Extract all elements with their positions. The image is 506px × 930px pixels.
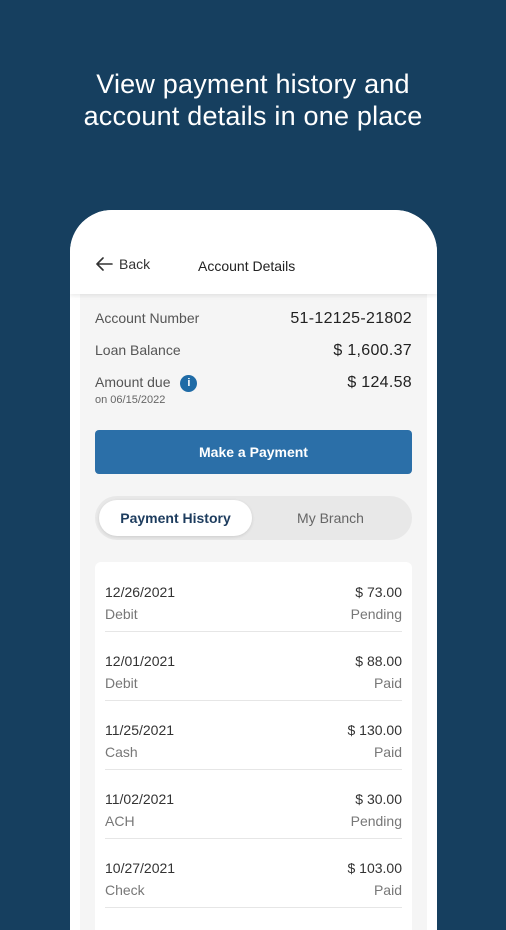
amount-due-date: on 06/15/2022 xyxy=(95,394,166,406)
loan-balance-label: Loan Balance xyxy=(95,342,181,358)
transaction-date: 11/02/2021 xyxy=(105,791,175,807)
tab-my-branch[interactable]: My Branch xyxy=(253,500,408,536)
list-item[interactable]: 10/27/2021 Check $ 103.00 Paid xyxy=(105,838,402,908)
account-number-label: Account Number xyxy=(95,310,200,326)
list-item[interactable]: 12/01/2021 Debit $ 88.00 Paid xyxy=(105,631,402,701)
transaction-method: ACH xyxy=(105,813,135,829)
list-item[interactable]: 11/02/2021 ACH $ 30.00 Pending xyxy=(105,769,402,839)
transaction-amount: $ 130.00 xyxy=(347,722,403,738)
list-item[interactable]: 11/25/2021 Cash $ 130.00 Paid xyxy=(105,700,402,770)
transaction-amount: $ 88.00 xyxy=(355,653,402,669)
back-button[interactable]: Back xyxy=(96,256,150,272)
account-number-value: 51-12125-21802 xyxy=(290,310,412,327)
transaction-status: Paid xyxy=(373,744,402,760)
amount-due-label-group: Amount due i xyxy=(95,374,198,392)
transaction-status: Pending xyxy=(350,813,402,829)
transaction-date: 11/25/2021 xyxy=(105,722,175,738)
transaction-amount: $ 73.00 xyxy=(355,584,402,600)
tab-bar: Payment History My Branch xyxy=(95,496,412,540)
back-label: Back xyxy=(119,256,151,272)
transaction-method: Cash xyxy=(105,744,138,760)
arrow-left-icon xyxy=(96,257,113,271)
transaction-date: 10/27/2021 xyxy=(105,860,176,876)
tab-payment-history[interactable]: Payment History xyxy=(99,500,252,536)
info-icon[interactable]: i xyxy=(180,375,198,392)
transaction-date: 12/26/2021 xyxy=(105,584,176,600)
transaction-status: Paid xyxy=(373,882,402,898)
headline-line-2: account details in one place xyxy=(83,101,423,131)
page-title: Account Details xyxy=(198,258,296,274)
phone-frame: Back Account Details Account Number 51-1… xyxy=(70,210,437,930)
transaction-amount: $ 30.00 xyxy=(355,791,402,807)
transaction-status: Pending xyxy=(350,606,402,622)
payment-history-list: 12/26/2021 Debit $ 73.00 Pending 12/01/2… xyxy=(95,562,412,930)
transaction-method: Debit xyxy=(105,606,138,622)
account-content: Account Number 51-12125-21802 Loan Balan… xyxy=(80,294,427,930)
transaction-status: Paid xyxy=(373,675,402,691)
amount-due-label: Amount due xyxy=(95,374,171,390)
make-payment-button[interactable]: Make a Payment xyxy=(95,430,412,474)
list-item[interactable]: 12/26/2021 Debit $ 73.00 Pending xyxy=(105,562,402,632)
transaction-amount: $ 103.00 xyxy=(347,860,403,876)
headline-line-1: View payment history and xyxy=(96,69,410,99)
loan-balance-value: $ 1,600.37 xyxy=(333,342,412,359)
amount-due-value: $ 124.58 xyxy=(347,374,412,391)
transaction-date: 12/01/2021 xyxy=(105,653,176,669)
app-header: Back Account Details xyxy=(70,210,437,294)
transaction-method: Debit xyxy=(105,675,138,691)
transaction-method: Check xyxy=(105,882,145,898)
marketing-headline: View payment history and account details… xyxy=(0,68,506,132)
